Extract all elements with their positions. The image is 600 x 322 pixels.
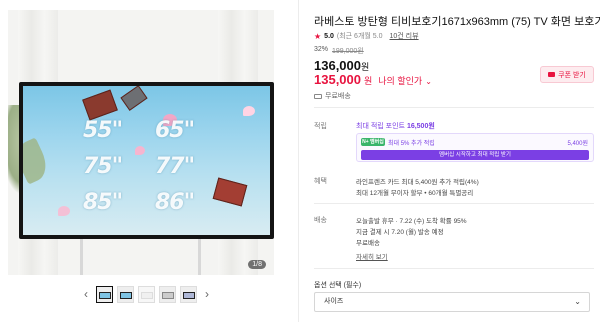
book-decoration — [82, 89, 118, 121]
product-gallery: 55" 65" 75" 77" 85" 86" 1/8 ‹ › — [0, 0, 290, 322]
divider — [314, 268, 594, 269]
rating-value: 5.0 — [324, 32, 334, 40]
membership-points-box: N+ 멤버십 최대 5% 추가 적립 5,400원 멤버십 시작하고 최대 적립… — [356, 133, 594, 162]
my-sale-price[interactable]: 135,000 원 나의 할인가 ⌄ — [314, 72, 432, 87]
original-price: 199,000원 — [332, 48, 364, 55]
rating-row: ★ 5.0 (최근 6개월 5.0 10건 리뷰 — [314, 31, 419, 41]
thumbnail[interactable] — [117, 286, 134, 303]
delivery-arrival: 오늘출발 휴무 · 7.22 (수) 도착 확률 95% — [356, 218, 467, 225]
discount-percent: 32% — [314, 46, 329, 53]
size-label: 55" — [83, 118, 123, 143]
benefit-installment: 최대 12개월 무이자 할부 • 60개월 특별공리 — [356, 190, 474, 197]
max-points-text: 최대 적립 포인트 — [356, 123, 405, 130]
benefit-card-points: 라인프렌즈 카드 최대 5,400원 추가 적립(4%) — [356, 179, 479, 186]
prev-arrow-icon[interactable]: ‹ — [80, 286, 92, 303]
delivery-fee: 무료배송 — [356, 240, 380, 247]
size-label: 77" — [155, 154, 195, 179]
size-select[interactable]: 사이즈 ⌄ — [314, 292, 590, 312]
option-label: 옵션 선택 (필수) — [314, 282, 362, 289]
divider — [314, 107, 594, 108]
size-label: 86" — [155, 190, 195, 215]
shipping-summary-text: 무료배송 — [325, 93, 351, 100]
rating-recent: (최근 6개월 5.0 — [336, 33, 383, 40]
max-points: 최대 적립 포인트 16,500원 — [356, 121, 435, 131]
membership-badge: N+ 멤버십 — [361, 138, 385, 146]
review-link[interactable]: 10건 리뷰 — [390, 31, 419, 41]
delivery-label: 배송 — [314, 217, 327, 224]
thumbnail[interactable] — [180, 286, 197, 303]
main-product-image[interactable]: 55" 65" 75" 77" 85" 86" 1/8 — [8, 10, 274, 275]
book-decoration — [120, 86, 148, 111]
sale-price-label: 나의 할인가 — [378, 76, 423, 86]
tv-screen: 55" 65" 75" 77" 85" 86" — [23, 86, 270, 235]
sale-price-value: 135,000 — [314, 72, 361, 87]
product-title: 라베스토 방탄형 티비보호기1671x963mm (75) TV 화면 보호기 — [314, 16, 600, 28]
sale-price-unit: 원 — [364, 76, 373, 86]
divider — [314, 203, 594, 204]
extra-points-amount: 5,400원 — [567, 141, 588, 147]
size-label: 65" — [155, 118, 195, 143]
delivery-more-link[interactable]: 자세히 보기 — [356, 251, 388, 261]
divider — [298, 0, 299, 322]
book-decoration — [212, 177, 248, 207]
chevron-down-icon: ⌄ — [425, 77, 432, 86]
benefits-label: 혜택 — [314, 178, 327, 185]
thumbnail[interactable] — [96, 286, 113, 303]
image-counter: 1/8 — [248, 260, 266, 269]
size-label: 75" — [83, 154, 123, 179]
extra-points-text: 최대 5% 추가 적립 — [388, 141, 435, 147]
delivery-dispatch: 지금 결제 시 7.20 (월) 발송 예정 — [356, 229, 444, 236]
thumbnail[interactable] — [159, 286, 176, 303]
current-price-value: 136,000 — [314, 58, 361, 73]
flower-decoration — [135, 146, 145, 155]
size-label: 85" — [83, 190, 123, 215]
max-points-value: 16,500원 — [406, 123, 435, 130]
points-label: 적립 — [314, 123, 327, 130]
current-price: 136,000원 — [314, 58, 369, 73]
leaf-decoration — [23, 137, 53, 185]
thumbnail[interactable] — [138, 286, 155, 303]
chevron-down-icon: ⌄ — [574, 297, 581, 306]
coupon-button[interactable]: 쿠폰 받기 — [540, 66, 594, 83]
coupon-icon — [548, 72, 556, 77]
next-arrow-icon[interactable]: › — [201, 286, 213, 303]
flower-decoration — [58, 206, 70, 216]
current-price-unit: 원 — [361, 62, 370, 72]
membership-cta-button[interactable]: 멤버십 시작하고 최대 적립 받기 — [361, 150, 589, 160]
tv-frame: 55" 65" 75" 77" 85" 86" — [19, 82, 274, 239]
truck-icon — [314, 93, 322, 99]
discount-row: 32% 199,000원 — [314, 46, 364, 56]
coupon-button-label: 쿠폰 받기 — [558, 71, 586, 79]
star-icon: ★ — [314, 31, 322, 41]
shipping-summary: 무료배송 — [314, 91, 351, 101]
size-select-value: 사이즈 — [324, 298, 344, 305]
thumbnail-strip: ‹ › — [80, 286, 213, 303]
flower-decoration — [243, 106, 255, 116]
product-info: 라베스토 방탄형 티비보호기1671x963mm (75) TV 화면 보호기 … — [314, 0, 600, 322]
